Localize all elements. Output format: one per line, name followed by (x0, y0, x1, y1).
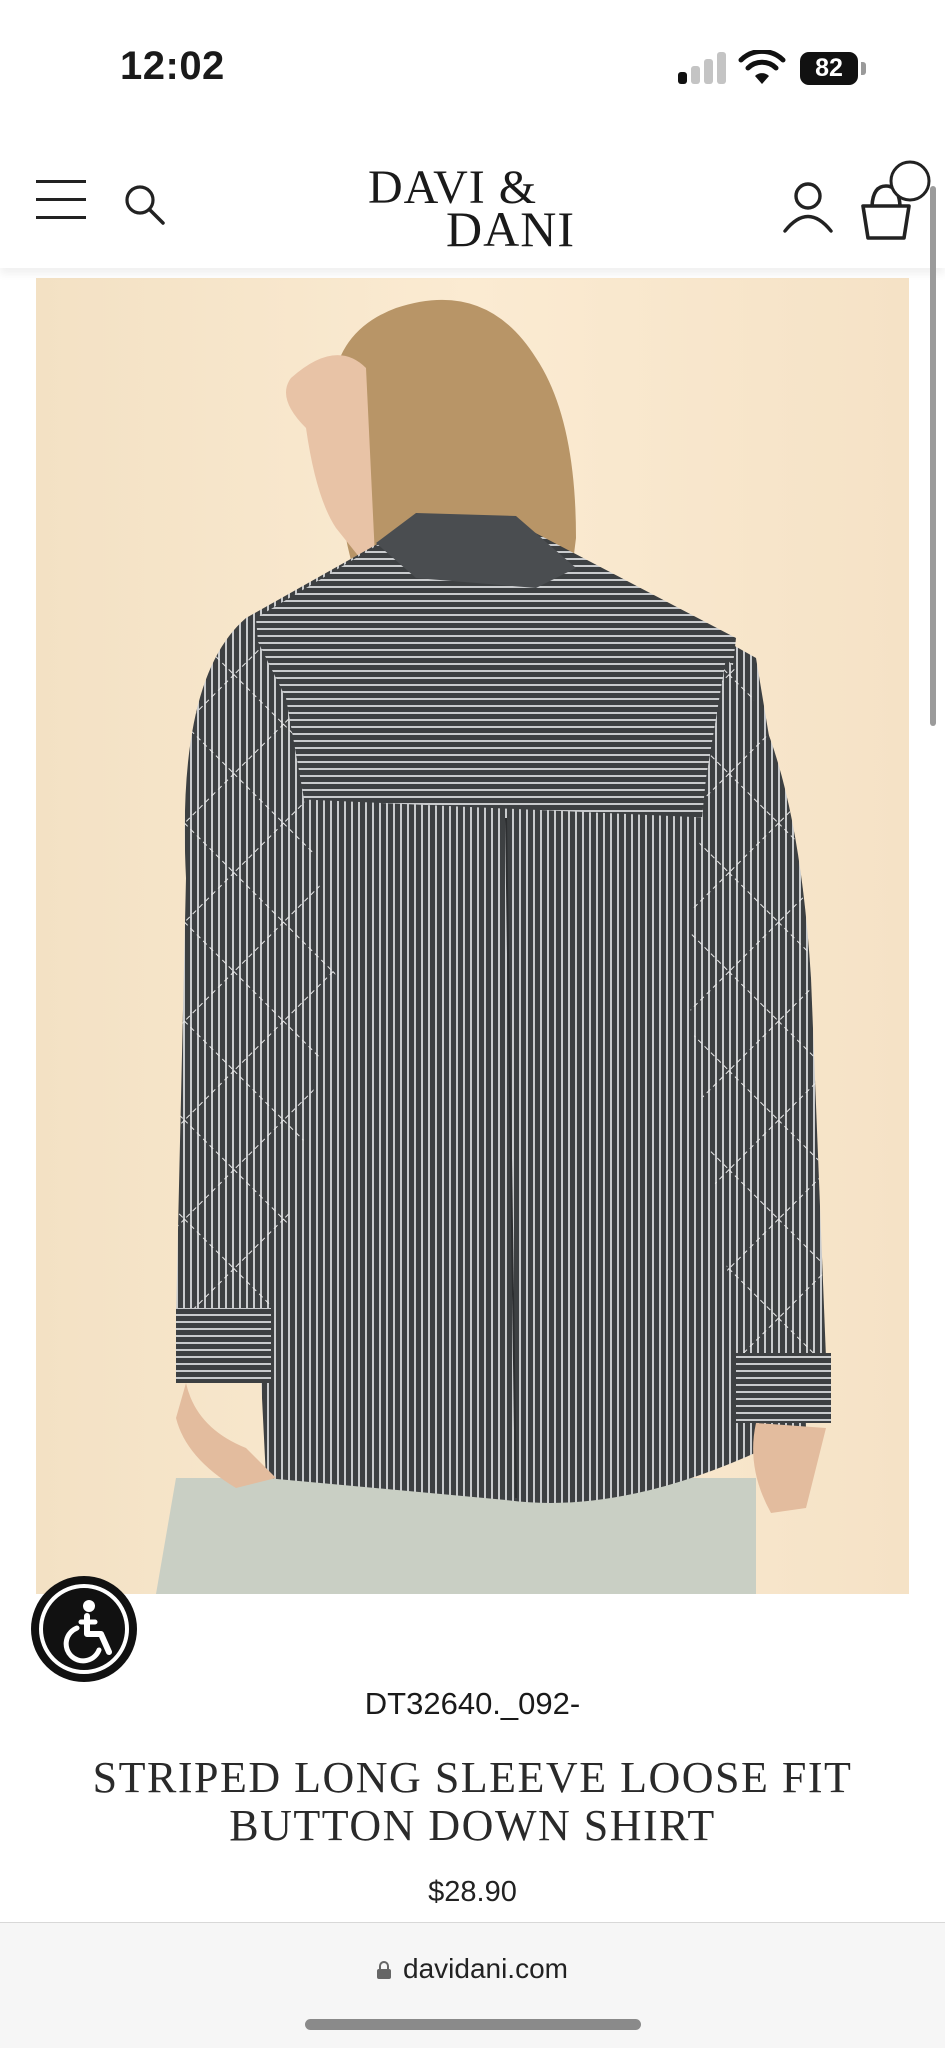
accessibility-icon (63, 1600, 112, 1664)
page-scrollbar[interactable] (930, 186, 936, 726)
logo-line2: DANI (446, 201, 575, 257)
product-title: STRIPED LONG SLEEVE LOOSE FIT BUTTON DOW… (92, 1753, 853, 1850)
search-icon[interactable] (122, 182, 166, 226)
battery-nub (861, 62, 866, 75)
product-photo-illustration (156, 299, 831, 1594)
url-text: davidani.com (403, 1953, 568, 1984)
battery-icon: 82 (800, 52, 858, 85)
product-price: $28.90 (428, 1876, 517, 1908)
site-header: DAVI & DANI (0, 130, 945, 268)
browser-address-bar[interactable]: davidani.com (0, 1922, 945, 2048)
status-bar: 12:02 82 (0, 0, 945, 130)
lock-icon (377, 1961, 391, 1979)
wifi-icon (738, 50, 786, 84)
home-indicator[interactable] (305, 2019, 641, 2030)
accessibility-button[interactable] (31, 1576, 137, 1682)
product-sku: DT32640._092- (364, 1686, 581, 1721)
user-icon[interactable] (780, 180, 836, 234)
site-logo[interactable]: DAVI & DANI (360, 158, 590, 257)
shopping-bag-icon[interactable] (856, 160, 936, 240)
status-time: 12:02 (120, 44, 225, 88)
product-image[interactable] (36, 278, 909, 1594)
cellular-signal-icon (678, 52, 728, 84)
url-container[interactable]: davidani.com (0, 1953, 945, 1985)
hamburger-icon[interactable] (36, 180, 86, 220)
